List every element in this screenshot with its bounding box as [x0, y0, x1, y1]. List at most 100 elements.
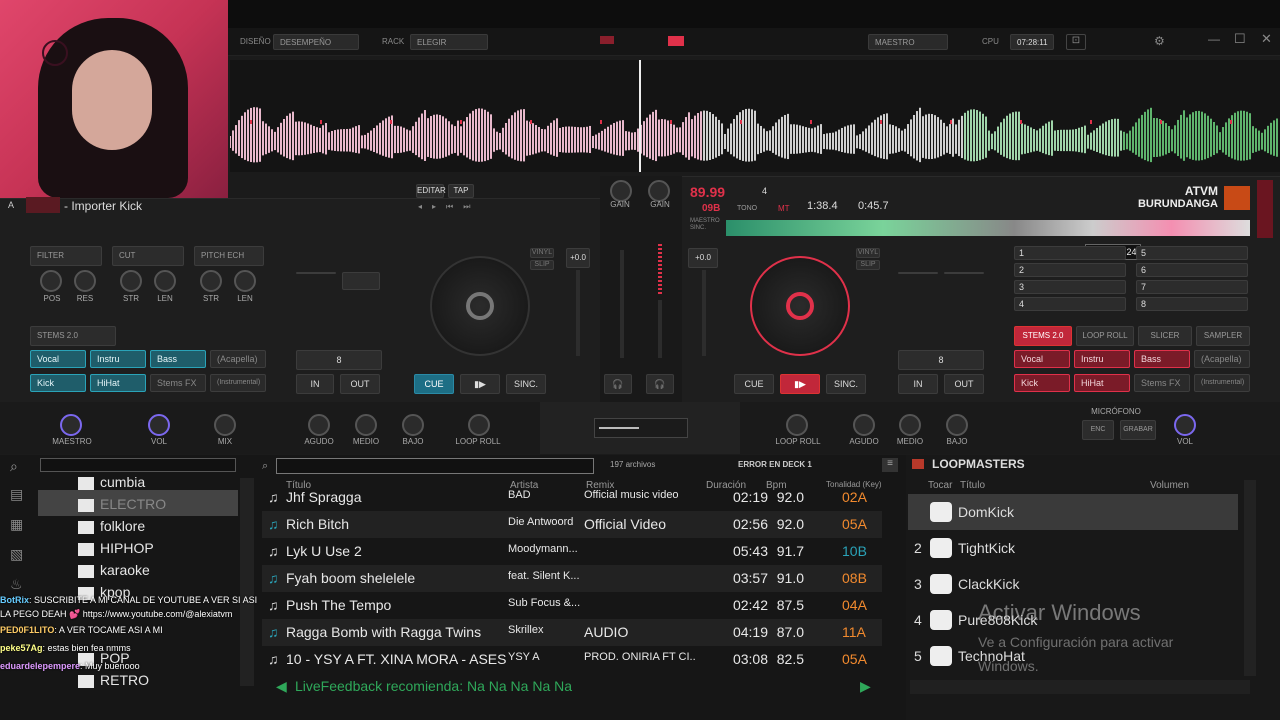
right-loop-in-button[interactable]: IN — [898, 374, 938, 394]
folder-item-folklore[interactable]: folklore — [78, 518, 145, 534]
browser-search-input[interactable] — [276, 458, 594, 474]
fx-slot-2[interactable]: CUT — [112, 246, 184, 266]
hotcue-7[interactable]: 7 — [1136, 280, 1248, 294]
beatjump-icons[interactable]: ◂▸⏮⏭ — [418, 202, 480, 212]
sampler-slot-1[interactable] — [296, 272, 336, 274]
fx-knob-str[interactable] — [120, 270, 142, 292]
drum-icon[interactable] — [930, 646, 952, 666]
eq-high-knob[interactable] — [308, 414, 330, 436]
right-gain-knob[interactable] — [648, 180, 670, 202]
right-pad-instru[interactable]: Instru — [1074, 350, 1130, 368]
main-waveform[interactable] — [230, 60, 1280, 172]
left-volume-fader[interactable] — [620, 250, 624, 358]
right-mini-waveform[interactable] — [726, 220, 1250, 236]
right-cue-button[interactable]: CUE — [734, 374, 774, 394]
hotcue-3[interactable]: 3 — [1014, 280, 1126, 294]
left-headphone-button[interactable]: 🎧 — [604, 374, 632, 394]
playlist-icon[interactable]: ▦ — [10, 516, 36, 546]
fx-knob-res[interactable] — [74, 270, 96, 292]
crossfader[interactable] — [594, 418, 688, 438]
folder-search-input[interactable] — [40, 458, 236, 472]
tap-button[interactable]: TAP — [448, 184, 474, 198]
left-jog-wheel[interactable] — [430, 256, 530, 356]
loop-size[interactable]: 8 — [296, 350, 382, 370]
right-pad-instrumental[interactable]: (Instrumental) — [1194, 374, 1250, 392]
hotcue-5[interactable]: 5 — [1136, 246, 1248, 260]
record-icon[interactable]: ⊡ — [1066, 34, 1086, 50]
loopmasters-item[interactable]: 3 ClackKick — [908, 566, 1238, 602]
left-pitch-slider[interactable] — [576, 270, 580, 356]
right-deck-tab[interactable] — [1257, 180, 1273, 238]
left-sync-button[interactable]: SINC. — [506, 374, 546, 394]
list-view-icon[interactable]: ≡ — [882, 458, 898, 472]
pad-stems-fx[interactable]: Stems FX — [150, 374, 206, 392]
table-row[interactable]: ♫ Ragga Bomb with Ragga Twins Skrillex AUDI… — [262, 619, 882, 646]
drum-icon[interactable] — [930, 574, 952, 594]
sampler-slot-2[interactable] — [342, 272, 380, 290]
right-pad-vocal[interactable]: Vocal — [1014, 350, 1070, 368]
vol-knob[interactable] — [148, 414, 170, 436]
slicer-tab[interactable]: SLICER — [1138, 326, 1192, 346]
folder-icon[interactable]: ▤ — [10, 486, 36, 516]
eq-mid-knob[interactable] — [355, 414, 377, 436]
drum-icon[interactable] — [930, 538, 952, 558]
right-headphone-button[interactable]: 🎧 — [646, 374, 674, 394]
loopmasters-item[interactable]: DomKick — [908, 494, 1238, 530]
folder-item-karaoke[interactable]: karaoke — [78, 562, 150, 578]
table-row[interactable]: ♫ Push The Tempo Sub Focus &... 02:42 87.5 04… — [262, 592, 882, 619]
right-pad-stems-fx[interactable]: Stems FX — [1134, 374, 1190, 392]
settings-icon[interactable]: ⚙ — [1154, 34, 1165, 48]
fx-knob-len-2[interactable] — [234, 270, 256, 292]
right-jog-wheel[interactable] — [750, 256, 850, 356]
loop-in-button[interactable]: IN — [296, 374, 334, 394]
right-vinyl-button[interactable]: VINYL — [856, 248, 880, 258]
master-knob[interactable] — [60, 414, 82, 436]
left-play-button[interactable]: ▮▶ — [460, 374, 500, 394]
pad-hihat[interactable]: HiHat — [90, 374, 146, 392]
right-sync-button[interactable]: SINC. — [826, 374, 866, 394]
fx-knob-str-2[interactable] — [200, 270, 222, 292]
mic-enable-button[interactable]: ENC — [1082, 420, 1114, 440]
slip-button[interactable]: SLIP — [530, 260, 554, 270]
pad-vocal[interactable]: Vocal — [30, 350, 86, 368]
crossfader-handle[interactable] — [599, 427, 639, 429]
right-loop-size[interactable]: 8 — [898, 350, 984, 370]
fx-slot-3[interactable]: PITCH ECH — [194, 246, 264, 266]
prev-icon[interactable]: ◀ — [276, 678, 287, 695]
livefeedback-bar[interactable]: ◀ LiveFeedback recomienda: Na Na Na Na N… — [262, 676, 882, 696]
folder-item-cumbia[interactable]: cumbia — [78, 474, 145, 490]
lm-scrollbar[interactable] — [1244, 480, 1256, 676]
fx-slot-1[interactable]: FILTER — [30, 246, 102, 266]
search-icon[interactable]: ⌕ — [10, 458, 38, 478]
right-volume-fader[interactable] — [658, 300, 662, 358]
table-row[interactable]: ♫ Fyah boom shelelele feat. Silent K... 03:… — [262, 565, 882, 592]
drum-icon[interactable] — [930, 502, 952, 522]
mic-record-button[interactable]: GRABAR — [1120, 420, 1156, 440]
left-cue-button[interactable]: CUE — [414, 374, 454, 394]
edit-button[interactable]: EDITAR — [416, 184, 446, 198]
right-eq-high-knob[interactable] — [853, 414, 875, 436]
right-eq-low-knob[interactable] — [946, 414, 968, 436]
pad-instru[interactable]: Instru — [90, 350, 146, 368]
hotcue-6[interactable]: 6 — [1136, 263, 1248, 277]
loop-roll-knob[interactable] — [468, 414, 490, 436]
folder-item-hiphop[interactable]: HIPHOP — [78, 540, 154, 556]
right-pad-bass[interactable]: Bass — [1134, 350, 1190, 368]
sampler-tab[interactable]: SAMPLER — [1196, 326, 1250, 346]
stems-select[interactable]: STEMS 2.0 — [30, 326, 116, 346]
lm-toolbar[interactable] — [910, 680, 1250, 694]
right-eq-mid-knob[interactable] — [899, 414, 921, 436]
right-stems-tab[interactable]: STEMS 2.0 — [1014, 326, 1072, 346]
minimize-icon[interactable]: — — [1208, 32, 1220, 46]
design-select[interactable]: DESEMPEÑO — [273, 34, 359, 50]
loop-roll-tab[interactable]: LOOP ROLL — [1076, 326, 1134, 346]
table-row[interactable]: ♫ Jhf Spragga BAD Official music video 02:19… — [262, 484, 882, 511]
history-icon[interactable]: ▧ — [10, 546, 36, 576]
right-pad-acapella[interactable]: (Acapella) — [1194, 350, 1250, 368]
mic-vol-knob[interactable] — [1174, 414, 1196, 436]
hotcue-1[interactable]: 1 — [1014, 246, 1126, 260]
mix-knob[interactable] — [214, 414, 236, 436]
hotcue-4[interactable]: 4 — [1014, 297, 1126, 311]
right-pitch-slider[interactable] — [702, 270, 706, 356]
maximize-icon[interactable]: ☐ — [1234, 31, 1246, 47]
